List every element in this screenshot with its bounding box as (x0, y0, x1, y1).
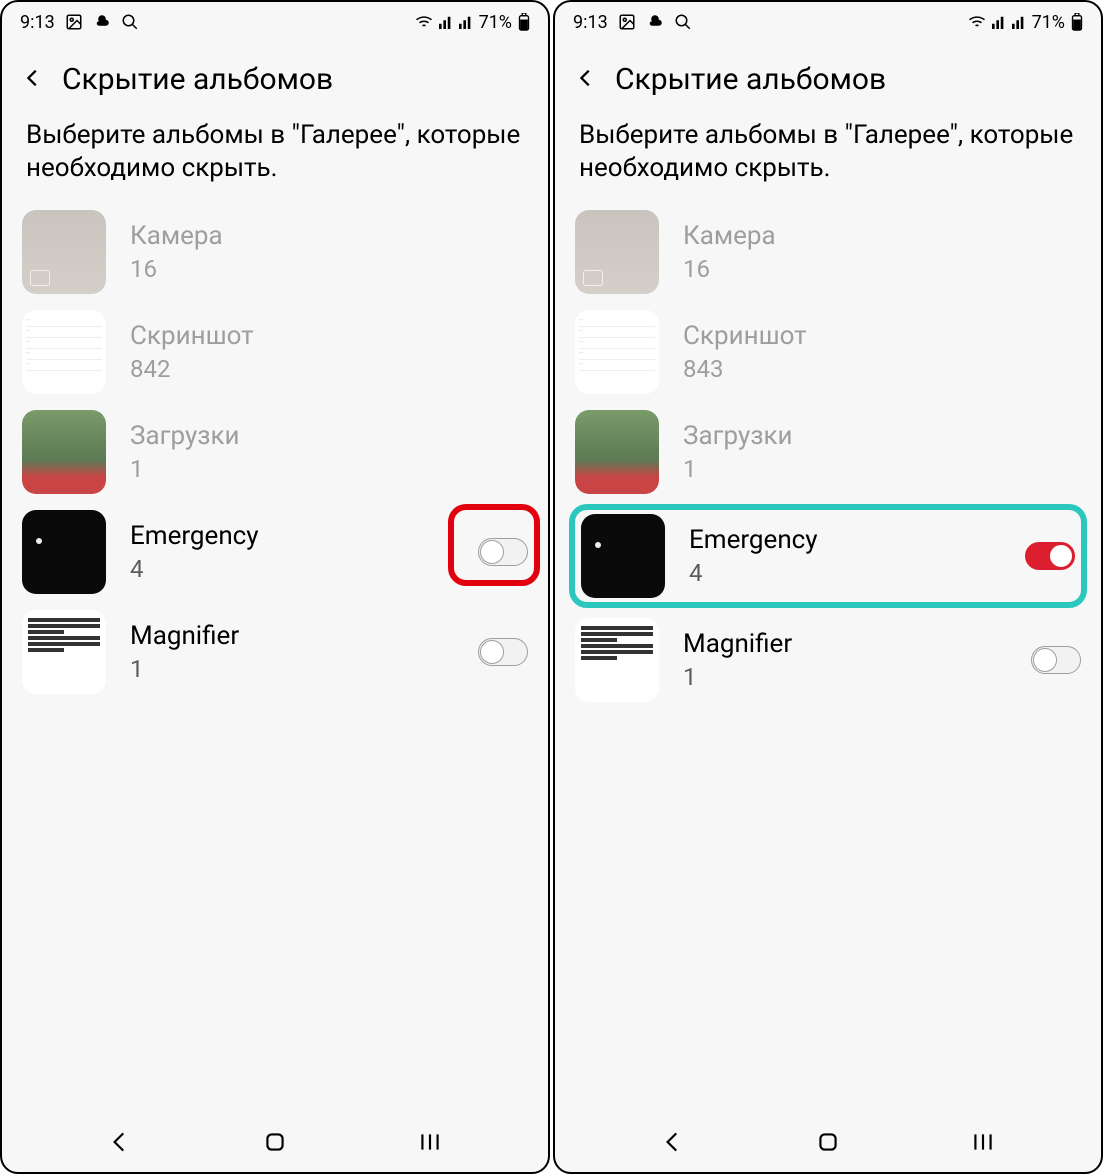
battery-percent: 71% (1032, 12, 1065, 33)
album-thumbnail (22, 210, 106, 294)
search-icon (121, 13, 139, 31)
status-time: 9:13 (573, 12, 608, 33)
album-thumbnail: ··············· (575, 310, 659, 394)
album-row-magnifier[interactable]: Magnifier 1 (575, 610, 1081, 710)
album-count: 16 (683, 255, 1081, 283)
album-name: Загрузки (130, 421, 528, 451)
back-button[interactable] (22, 62, 44, 97)
annotation-highlight (448, 504, 540, 586)
status-time: 9:13 (20, 12, 55, 33)
nav-bar (2, 1112, 548, 1172)
nav-back-button[interactable] (107, 1129, 133, 1155)
picture-icon (618, 13, 636, 31)
page-header: Скрытие альбомов (555, 42, 1101, 111)
page-title: Скрытие альбомов (615, 62, 886, 97)
nav-recents-button[interactable] (417, 1129, 443, 1155)
album-thumbnail (575, 410, 659, 494)
nav-home-button[interactable] (262, 1129, 288, 1155)
album-thumbnail (22, 510, 106, 594)
album-name: Magnifier (683, 629, 1007, 659)
album-thumbnail (575, 618, 659, 702)
album-name: Emergency (689, 525, 1001, 555)
search-icon (674, 13, 692, 31)
album-count: 842 (130, 355, 528, 383)
album-thumbnail (22, 410, 106, 494)
page-header: Скрытие альбомов (2, 42, 548, 111)
album-thumbnail (575, 210, 659, 294)
nav-back-button[interactable] (660, 1129, 686, 1155)
album-row-camera[interactable]: Камера 16 (22, 202, 528, 302)
page-description: Выберите альбомы в "Галерее", которые не… (555, 111, 1101, 202)
album-name: Скриншот (683, 321, 1081, 351)
weather-icon (93, 13, 111, 31)
album-row-downloads[interactable]: Загрузки 1 (22, 402, 528, 502)
album-row-magnifier[interactable]: Magnifier 1 (22, 602, 528, 702)
album-count: 4 (689, 559, 1001, 587)
weather-icon (646, 13, 664, 31)
album-name: Загрузки (683, 421, 1081, 451)
wifi-icon (415, 15, 433, 29)
album-row-emergency[interactable]: Emergency 4 (581, 514, 1075, 598)
signal-icon (439, 15, 453, 29)
hide-toggle[interactable] (1031, 646, 1081, 674)
wifi-icon (968, 15, 986, 29)
album-count: 1 (683, 455, 1081, 483)
hide-toggle[interactable] (1025, 542, 1075, 570)
album-row-emergency[interactable]: Emergency 4 (22, 502, 528, 602)
signal-icon (992, 15, 1006, 29)
album-count: 1 (130, 655, 454, 683)
phone-screenshot-left: 9:13 71% Скрытие альбомов Выберите альбо… (0, 0, 550, 1174)
album-name: Emergency (130, 521, 454, 551)
album-count: 1 (130, 455, 528, 483)
signal-icon-2 (1012, 15, 1026, 29)
album-row-screenshot[interactable]: ··············· Скриншот 842 (22, 302, 528, 402)
album-count: 843 (683, 355, 1081, 383)
album-count: 4 (130, 555, 454, 583)
page-title: Скрытие альбомов (62, 62, 333, 97)
album-list: Камера 16 ··············· Скриншот 842 З… (2, 202, 548, 702)
battery-icon (518, 13, 530, 31)
album-thumbnail (22, 610, 106, 694)
phone-screenshot-right: 9:13 71% Скрытие альбомов Выберите альбо… (553, 0, 1103, 1174)
album-row-downloads[interactable]: Загрузки 1 (575, 402, 1081, 502)
nav-recents-button[interactable] (970, 1129, 996, 1155)
album-row-camera[interactable]: Камера 16 (575, 202, 1081, 302)
album-name: Камера (130, 221, 528, 251)
back-button[interactable] (575, 62, 597, 97)
page-description: Выберите альбомы в "Галерее", которые не… (2, 111, 548, 202)
picture-icon (65, 13, 83, 31)
album-count: 16 (130, 255, 528, 283)
album-name: Скриншот (130, 321, 528, 351)
album-row-screenshot[interactable]: ··············· Скриншот 843 (575, 302, 1081, 402)
album-thumbnail (581, 514, 665, 598)
battery-percent: 71% (479, 12, 512, 33)
hide-toggle[interactable] (478, 638, 528, 666)
nav-home-button[interactable] (815, 1129, 841, 1155)
signal-icon-2 (459, 15, 473, 29)
status-bar: 9:13 71% (2, 2, 548, 42)
album-count: 1 (683, 663, 1007, 691)
album-thumbnail: ··············· (22, 310, 106, 394)
album-name: Magnifier (130, 621, 454, 651)
status-bar: 9:13 71% (555, 2, 1101, 42)
battery-icon (1071, 13, 1083, 31)
album-list: Камера 16 ··············· Скриншот 843 З… (555, 202, 1101, 710)
album-name: Камера (683, 221, 1081, 251)
annotation-highlight: Emergency 4 (569, 504, 1087, 608)
nav-bar (555, 1112, 1101, 1172)
